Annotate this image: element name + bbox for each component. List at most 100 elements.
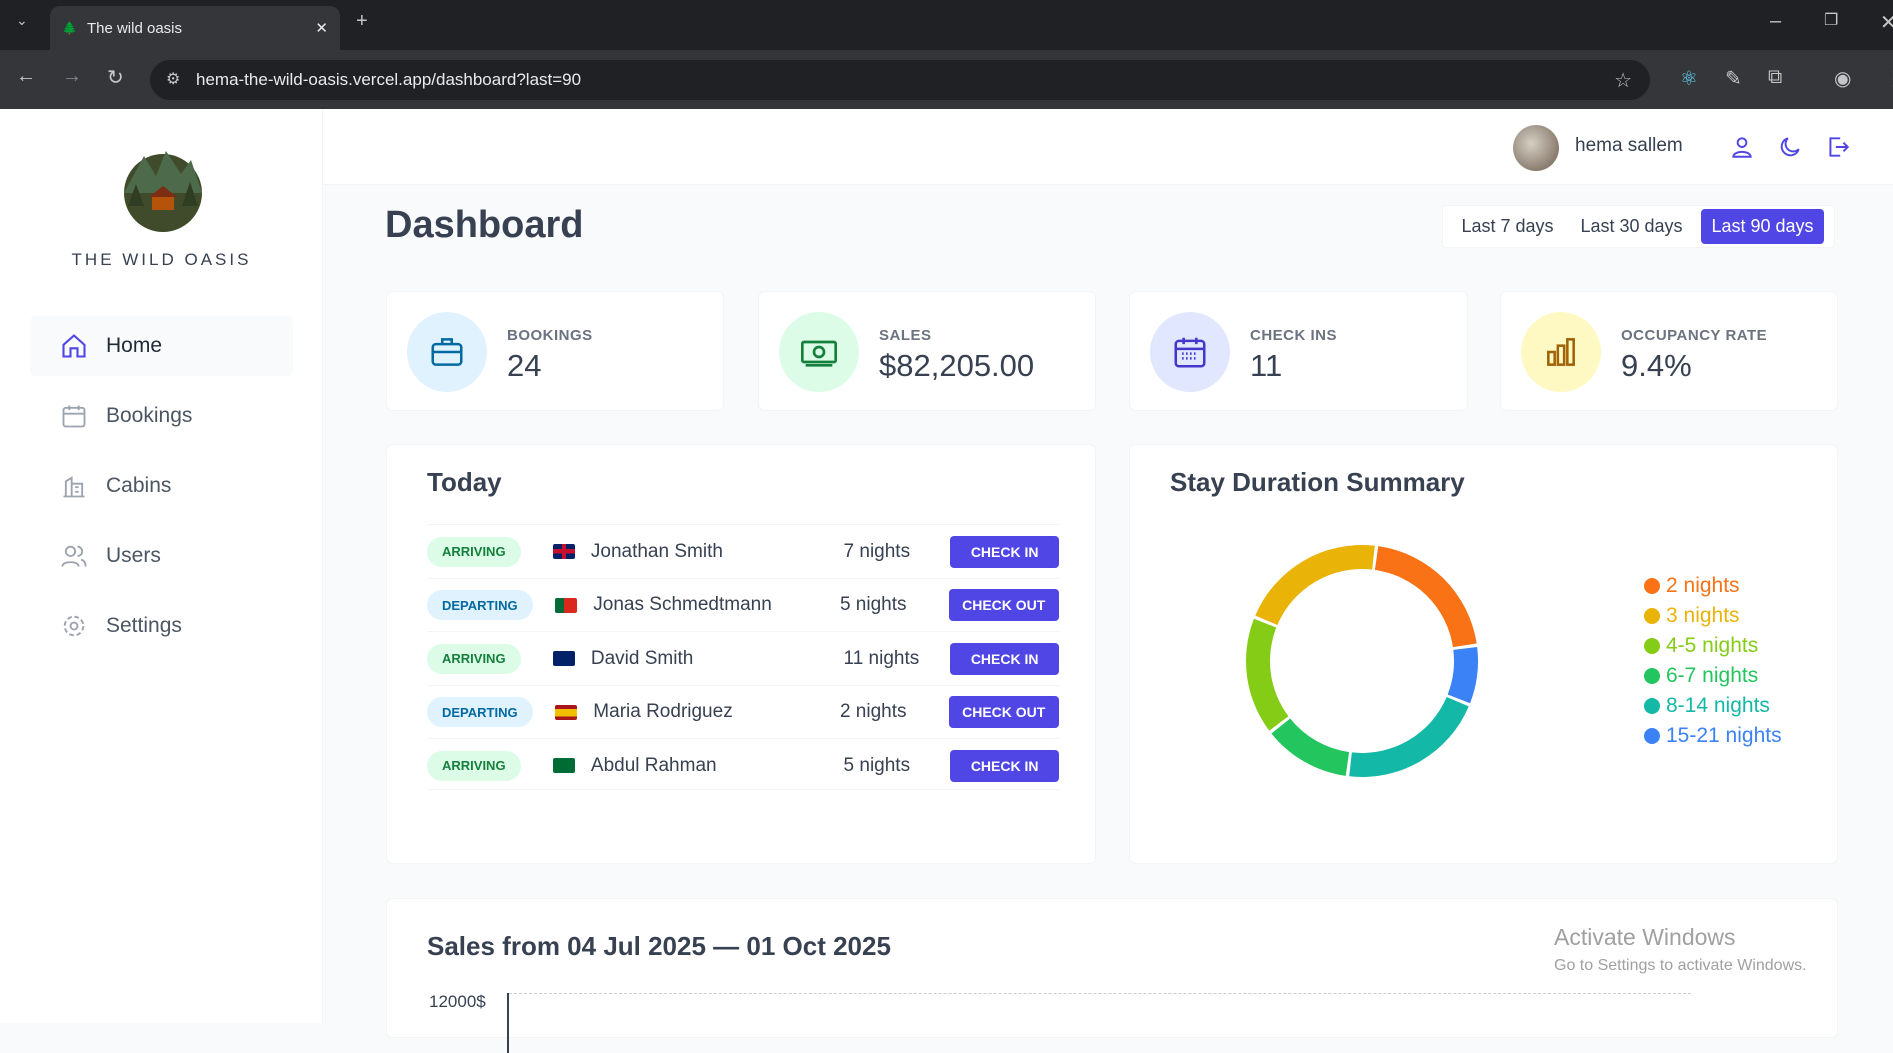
tab-strip: ⌄ 🌲 The wild oasis ✕ + – ❐ ✕ [0,0,1893,50]
activate-subtitle: Go to Settings to activate Windows. [1554,957,1807,974]
donut-slice-6-7-nights[interactable] [1271,718,1350,776]
stat-value: $82,205.00 [879,348,1035,383]
user-icon[interactable] [1729,134,1755,160]
nights: 2 nights [839,701,907,722]
sales-chart-title: Sales from 04 Jul 2025 — 01 Oct 2025 [427,931,891,961]
y-tick-label: 12000$ [429,992,486,1011]
restore-icon[interactable]: ❐ [1824,10,1838,30]
check-in-button[interactable]: CHECK IN [950,642,1059,675]
today-row: DEPARTING Maria Rodriguez 2 nights CHECK… [427,684,1059,739]
stat-label: OCCUPANCY RATE [1621,327,1768,344]
legend-item[interactable]: 3 nights [1644,604,1740,628]
today-title: Today [427,467,502,497]
filter-last-7[interactable]: Last 7 days [1453,210,1561,243]
check-out-button[interactable]: CHECK OUT [948,589,1059,621]
legend-swatch [1644,668,1660,684]
forward-icon[interactable]: → [62,65,82,88]
legend-label: 15-21 nights [1666,724,1782,747]
extensions-icon[interactable]: ⧉ [1768,66,1782,89]
guest-name: Abdul Rahman [590,754,717,776]
status-badge: DEPARTING [427,697,533,727]
browser-tab[interactable]: 🌲 The wild oasis ✕ [50,6,340,50]
legend-item[interactable]: 15-21 nights [1644,724,1782,748]
donut-slice-4-5-nights[interactable] [1246,618,1289,731]
windows-activation-notice: Activate Windows Go to Settings to activ… [1554,924,1807,975]
chart-title: Stay Duration Summary [1170,467,1465,497]
legend-label: 3 nights [1666,604,1740,627]
sidebar-item-label: Settings [106,614,182,637]
react-devtools-icon[interactable]: ⚛ [1680,66,1698,91]
close-tab-icon[interactable]: ✕ [315,19,328,37]
donut-slice-15-21-nights[interactable] [1447,646,1478,704]
site-info-icon[interactable]: ⚙ [166,69,180,89]
today-row: DEPARTING Jonas Schmedtmann 5 nights CHE… [427,577,1059,632]
legend-item[interactable]: 6-7 nights [1644,664,1758,688]
user-name: hema sallem [1575,135,1683,156]
briefcase-icon [407,312,487,392]
legend-swatch [1644,578,1660,594]
grid-line [509,993,1691,994]
flag-icon [554,704,578,720]
sidebar-item-bookings[interactable]: Bookings [30,386,293,446]
back-icon[interactable]: ← [16,65,36,88]
legend-item[interactable]: 2 nights [1644,574,1740,598]
brand-name: THE WILD OASIS [71,250,252,269]
date-filter: Last 7 days Last 30 days Last 90 days [1442,205,1835,248]
flag-icon [552,544,575,559]
gear-icon [63,615,85,637]
stat-label: CHECK INS [1250,327,1338,344]
building-icon [63,476,85,498]
check-in-button[interactable]: CHECK IN [950,749,1059,782]
banknote-icon [779,312,859,392]
sidebar-item-settings[interactable]: Settings [30,596,293,656]
eyedropper-icon[interactable]: ✎ [1725,66,1742,91]
sidebar-item-cabins[interactable]: Cabins [30,456,293,516]
logout-icon[interactable] [1825,134,1851,160]
check-in-button[interactable]: CHECK IN [950,535,1059,568]
stat-label: BOOKINGS [507,327,593,344]
donut-slice-3-nights[interactable] [1255,545,1375,625]
profile-icon[interactable]: ◉ [1834,66,1851,91]
legend-item[interactable]: 8-14 nights [1644,694,1770,718]
menu-icon[interactable]: ⋮ [1884,66,1893,91]
flag-icon [552,651,575,666]
close-window-icon[interactable]: ✕ [1880,10,1893,35]
status-badge: ARRIVING [427,643,521,674]
calendar-days-icon [1150,312,1230,392]
tab-search-icon[interactable]: ⌄ [16,12,28,29]
reload-icon[interactable]: ↻ [107,65,124,90]
app-header: hema sallem [323,109,1893,185]
today-card: Today ARRIVING Jonathan Smith 7 nights C… [386,444,1096,864]
check-out-button[interactable]: CHECK OUT [948,696,1059,728]
filter-last-90[interactable]: Last 90 days [1701,209,1824,244]
sidebar-item-home[interactable]: Home [30,316,293,376]
guest-name: Jonathan Smith [590,540,723,562]
stat-check-ins: CHECK INS 11 [1129,291,1468,411]
stat-bookings: BOOKINGS 24 [386,291,724,411]
stat-value: 24 [507,348,542,383]
donut-slice-2-nights[interactable] [1374,546,1477,648]
bookmark-star-icon[interactable]: ☆ [1614,68,1632,93]
guest-name: Maria Rodriguez [593,701,733,722]
filter-last-30[interactable]: Last 30 days [1572,210,1690,243]
legend-label: 4-5 nights [1666,634,1759,657]
url-text[interactable]: hema-the-wild-oasis.vercel.app/dashboard… [196,70,581,90]
new-tab-icon[interactable]: + [356,10,368,33]
flag-icon [554,597,578,613]
avatar [1513,125,1559,171]
today-row: ARRIVING David Smith 11 nights CHECK IN [427,631,1059,685]
sidebar-item-label: Bookings [106,404,193,427]
legend-swatch [1644,698,1660,714]
stat-sales: SALES $82,205.00 [758,291,1096,411]
logo-icon [124,151,202,232]
moon-icon[interactable] [1777,134,1803,160]
users-icon [61,545,87,567]
donut-slice-8-14-nights[interactable] [1349,697,1469,777]
minimize-icon[interactable]: – [1770,10,1781,33]
guest-name: David Smith [590,647,694,669]
calendar-icon [62,405,86,428]
y-axis [507,993,509,1053]
legend-item[interactable]: 4-5 nights [1644,634,1758,658]
address-bar[interactable]: ⚙ hema-the-wild-oasis.vercel.app/dashboa… [150,60,1650,100]
sidebar-item-users[interactable]: Users [30,526,293,586]
